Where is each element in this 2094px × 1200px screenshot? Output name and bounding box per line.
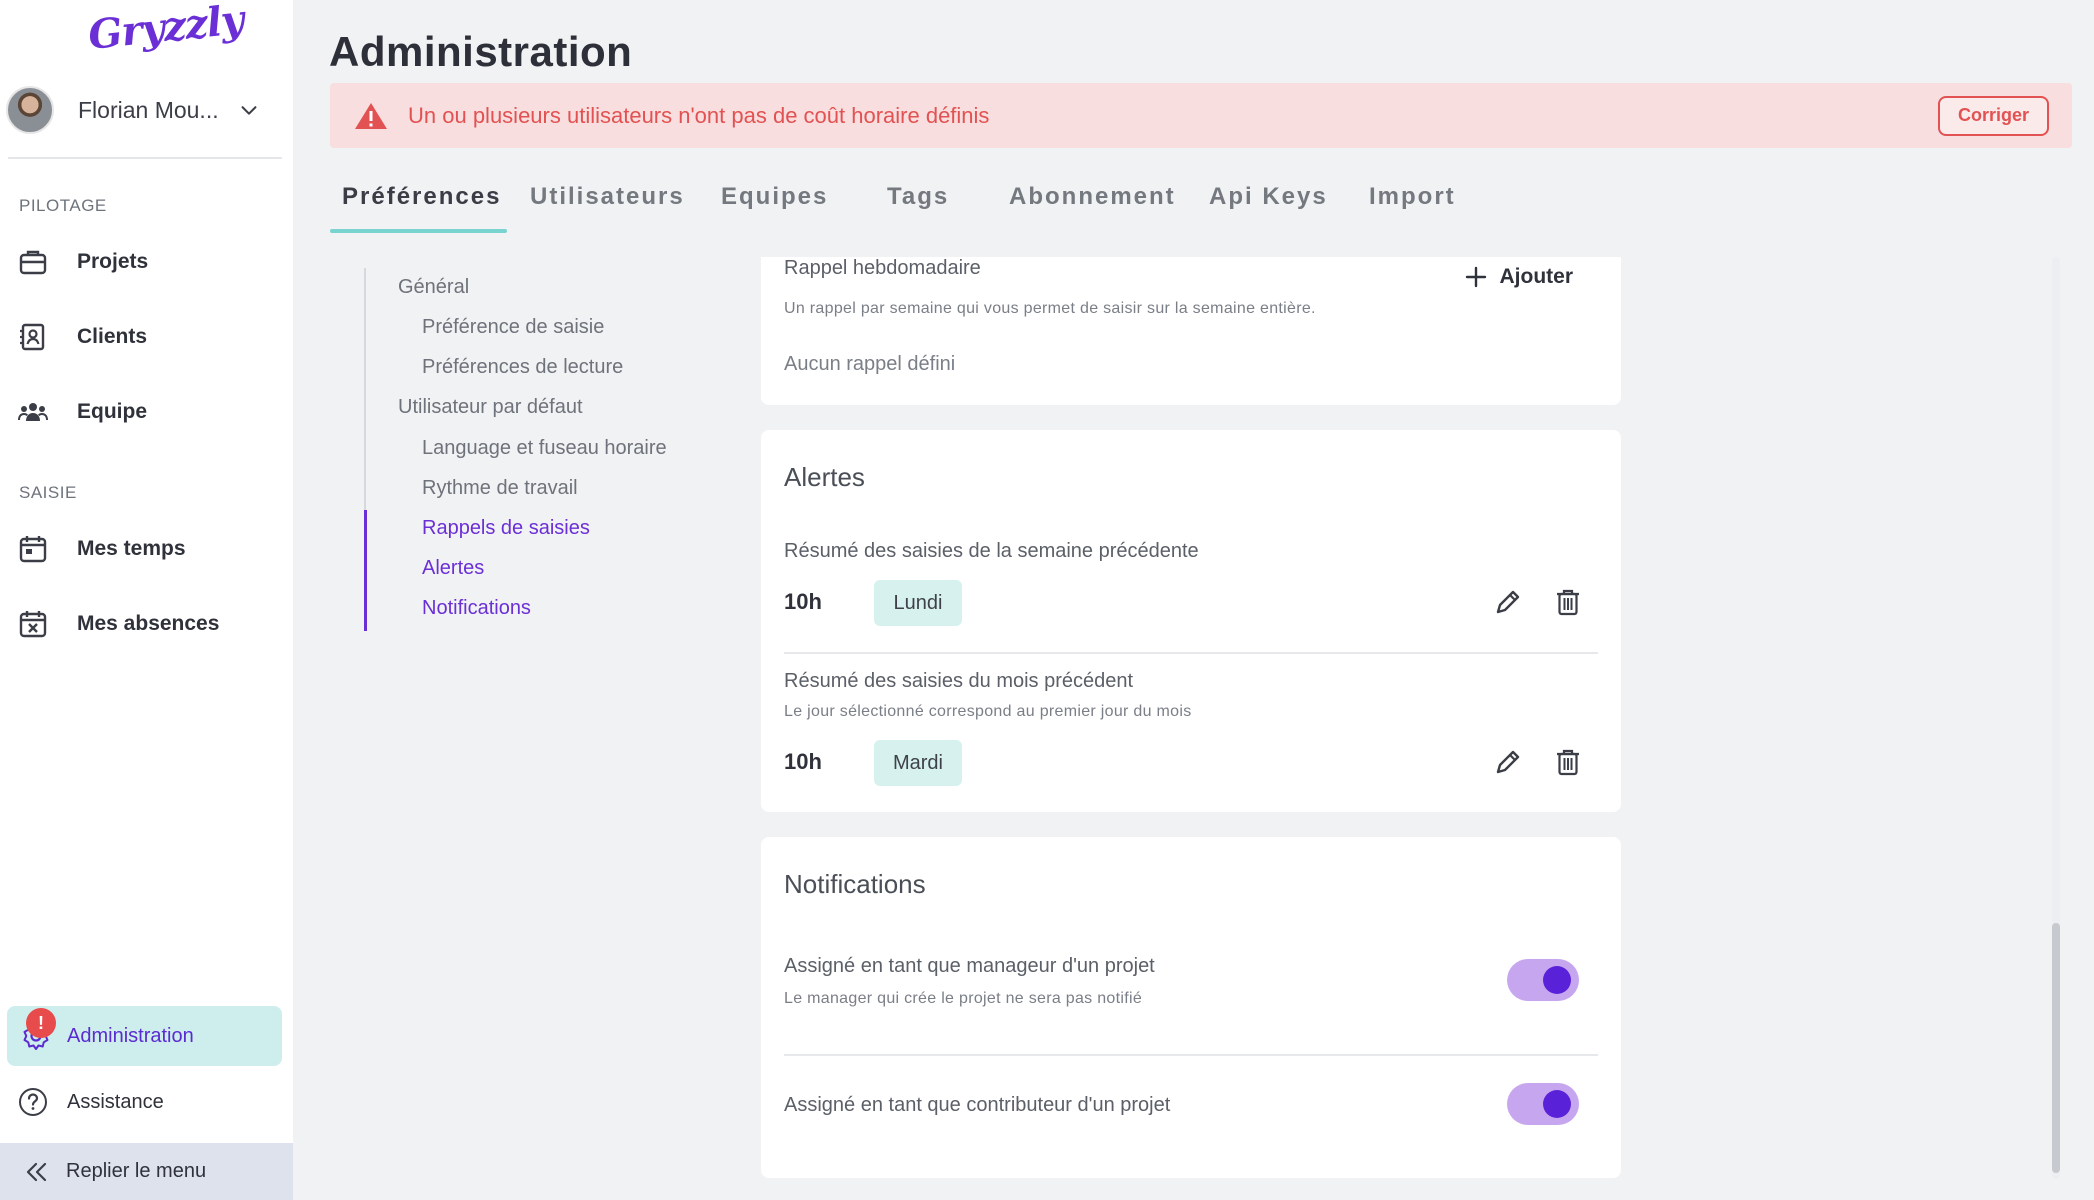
subnav-item-rappels[interactable]: Rappels de saisies xyxy=(422,517,590,540)
tab-api-keys[interactable]: Api Keys xyxy=(1209,183,1328,211)
add-reminder-button[interactable]: Ajouter xyxy=(1464,265,1574,289)
alert-message: Un ou plusieurs utilisateurs n'ont pas d… xyxy=(408,102,990,128)
alert-item-label: Résumé des saisies de la semaine précéde… xyxy=(784,540,1199,562)
edit-pencil-icon[interactable] xyxy=(1491,585,1525,619)
weekly-reminder-title: Rappel hebdomadaire xyxy=(784,257,981,279)
subnav-item-utilisateur-defaut[interactable]: Utilisateur par défaut xyxy=(398,396,583,419)
notifications-title: Notifications xyxy=(784,869,926,899)
section-label-saisie: SAISIE xyxy=(19,483,77,502)
warning-icon xyxy=(355,102,387,129)
alert-item-day: Lundi xyxy=(874,580,962,626)
chevron-down-icon xyxy=(241,106,257,115)
notification-toggle-contributor[interactable] xyxy=(1507,1083,1579,1125)
user-menu[interactable]: Florian Mou... xyxy=(6,84,282,136)
alerts-card: Alertes Résumé des saisies de la semaine… xyxy=(761,430,1621,812)
subnav-item-language[interactable]: Language et fuseau horaire xyxy=(422,437,667,460)
double-chevron-left-icon xyxy=(26,1162,47,1181)
sidebar-item-label: Clients xyxy=(77,325,148,348)
weekly-reminder-empty: Aucun rappel défini xyxy=(784,353,956,375)
tab-utilisateurs[interactable]: Utilisateurs xyxy=(530,183,685,211)
alert-badge: ! xyxy=(26,1008,56,1038)
trash-icon[interactable] xyxy=(1551,585,1585,619)
sidebar-item-projets[interactable]: Projets xyxy=(0,232,293,292)
active-tab-indicator xyxy=(330,229,507,233)
sidebar-item-label: Mes absences xyxy=(77,612,220,635)
notifications-card: Notifications Assigné en tant que manage… xyxy=(761,837,1621,1178)
edit-pencil-icon[interactable] xyxy=(1491,745,1525,779)
page-title: Administration xyxy=(329,28,633,75)
sidebar-item-label: Administration xyxy=(67,1024,194,1047)
sidebar-item-label: Assistance xyxy=(67,1090,164,1113)
notification-toggle-manager[interactable] xyxy=(1507,959,1579,1001)
add-reminder-label: Ajouter xyxy=(1499,265,1574,288)
collapse-menu-label: Replier le menu xyxy=(66,1160,207,1182)
sidebar-divider xyxy=(8,157,282,159)
subnav-item-general[interactable]: Général xyxy=(398,276,469,299)
sidebar-item-mes-absences[interactable]: Mes absences xyxy=(0,594,293,654)
alert-banner: Un ou plusieurs utilisateurs n'ont pas d… xyxy=(330,83,2072,148)
subnav-active-indicator xyxy=(364,510,367,631)
alerts-title: Alertes xyxy=(784,462,865,492)
subnav-item-preference-saisie[interactable]: Préférence de saisie xyxy=(422,316,604,339)
alert-item-time: 10h xyxy=(784,589,822,614)
sidebar-item-mes-temps[interactable]: Mes temps xyxy=(0,519,293,579)
calendar-x-icon xyxy=(19,611,47,638)
notification-divider xyxy=(784,1054,1598,1056)
tab-import[interactable]: Import xyxy=(1369,183,1456,211)
calendar-icon xyxy=(19,536,47,563)
user-name: Florian Mou... xyxy=(78,96,219,123)
tab-preferences[interactable]: Préférences xyxy=(342,183,501,211)
trash-icon[interactable] xyxy=(1551,745,1585,779)
tab-equipes[interactable]: Equipes xyxy=(721,183,828,211)
tab-abonnement[interactable]: Abonnement xyxy=(1009,183,1176,211)
alert-item-label: Résumé des saisies du mois précédent xyxy=(784,670,1134,692)
subnav-item-alertes[interactable]: Alertes xyxy=(422,557,484,580)
scrollbar-thumb[interactable] xyxy=(2052,923,2060,1173)
alert-divider xyxy=(784,652,1598,654)
notification-item-label: Assigné en tant que contributeur d'un pr… xyxy=(784,1094,1171,1116)
alert-item-sub: Le jour sélectionné correspond au premie… xyxy=(784,703,1192,720)
help-icon xyxy=(19,1088,47,1116)
tab-tags[interactable]: Tags xyxy=(887,183,949,211)
weekly-reminder-description: Un rappel par semaine qui vous permet de… xyxy=(784,300,1316,317)
sidebar-item-label: Projets xyxy=(77,250,149,273)
weekly-reminder-card: Rappel hebdomadaire Ajouter Un rappel pa… xyxy=(761,257,1621,405)
contact-card-icon xyxy=(20,323,45,351)
toggle-knob xyxy=(1543,966,1571,994)
section-label-pilotage: PILOTAGE xyxy=(19,196,107,215)
subnav-item-preferences-lecture[interactable]: Préférences de lecture xyxy=(422,356,623,379)
sidebar-item-assistance[interactable]: Assistance xyxy=(0,1072,293,1132)
sidebar-item-label: Equipe xyxy=(77,400,148,423)
briefcase-icon xyxy=(19,250,47,275)
sidebar-item-clients[interactable]: Clients xyxy=(0,307,293,367)
alert-item-time: 10h xyxy=(784,749,822,774)
collapse-menu-button[interactable]: Replier le menu xyxy=(0,1143,293,1200)
notification-item-sub: Le manager qui crée le projet ne sera pa… xyxy=(784,990,1143,1007)
sidebar-item-equipe[interactable]: Equipe xyxy=(0,382,293,442)
team-icon xyxy=(18,403,48,421)
subnav-item-rythme[interactable]: Rythme de travail xyxy=(422,477,578,500)
toggle-knob xyxy=(1543,1090,1571,1118)
app-logo[interactable]: Gryzzly xyxy=(86,0,245,59)
plus-icon xyxy=(1465,266,1486,288)
fix-button[interactable]: Corriger xyxy=(1937,95,2049,136)
sidebar: Gryzzly Florian Mou... PILOTAGE Projets … xyxy=(0,0,293,1200)
alert-item-day: Mardi xyxy=(874,740,962,786)
sidebar-item-label: Mes temps xyxy=(77,537,186,560)
subnav-item-notifications[interactable]: Notifications xyxy=(422,597,531,620)
avatar xyxy=(6,86,54,134)
notification-item-label: Assigné en tant que manageur d'un projet xyxy=(784,955,1155,977)
